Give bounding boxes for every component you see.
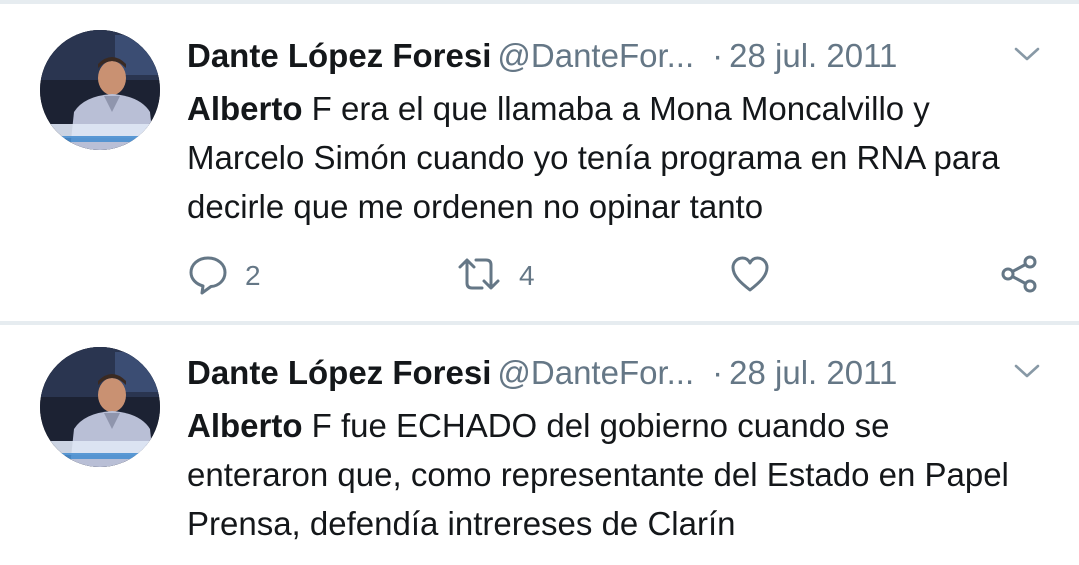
share-icon xyxy=(999,253,1041,300)
tweet-header: Dante López Foresi @DanteFor... · 28 jul. 2… xyxy=(187,32,897,80)
tweet-date[interactable]: 28 jul. 2011 xyxy=(729,354,897,391)
author-name[interactable]: Dante López Foresi xyxy=(187,37,491,74)
like-button[interactable] xyxy=(729,254,771,298)
separator: · xyxy=(712,37,724,74)
tweet[interactable]: Dante López Foresi @DanteFor... · 28 jul. 2… xyxy=(0,4,1079,322)
reply-button[interactable]: 2 xyxy=(187,254,261,298)
chevron-down-icon[interactable] xyxy=(1010,359,1044,383)
author-handle[interactable]: @DanteFor... xyxy=(497,37,694,74)
tweet-text-body: F era el que llamaba a Mona Moncalvillo … xyxy=(187,90,1000,225)
tweet-header: Dante López Foresi @DanteFor... · 28 jul. 2… xyxy=(187,349,897,397)
avatar[interactable] xyxy=(40,30,160,150)
share-button[interactable] xyxy=(999,254,1041,298)
tweet-text-bold: Alberto xyxy=(187,90,303,127)
tweet[interactable]: Dante López Foresi @DanteFor... · 28 jul. 2… xyxy=(0,325,1079,565)
author-handle[interactable]: @DanteFor... xyxy=(497,354,694,391)
tweet-text-body: F fue ECHADO del gobierno cuando se ente… xyxy=(187,407,1009,542)
tweet-text: Alberto F era el que llamaba a Mona Monc… xyxy=(187,84,1027,231)
reply-icon xyxy=(187,253,229,300)
chevron-down-icon[interactable] xyxy=(1010,42,1044,66)
retweet-count: 4 xyxy=(519,260,535,291)
tweet-text-bold: Alberto xyxy=(187,407,303,444)
tweet-date[interactable]: 28 jul. 2011 xyxy=(729,37,897,74)
author-name[interactable]: Dante López Foresi xyxy=(187,354,491,391)
avatar[interactable] xyxy=(40,347,160,467)
reply-count: 2 xyxy=(245,260,261,291)
retweet-button[interactable]: 4 xyxy=(455,254,535,298)
tweet-text: Alberto F fue ECHADO del gobierno cuando… xyxy=(187,401,1027,548)
heart-icon xyxy=(729,253,771,300)
retweet-icon xyxy=(455,253,503,300)
separator: · xyxy=(712,354,724,391)
tweet-actions: 2 4 xyxy=(187,254,1047,298)
